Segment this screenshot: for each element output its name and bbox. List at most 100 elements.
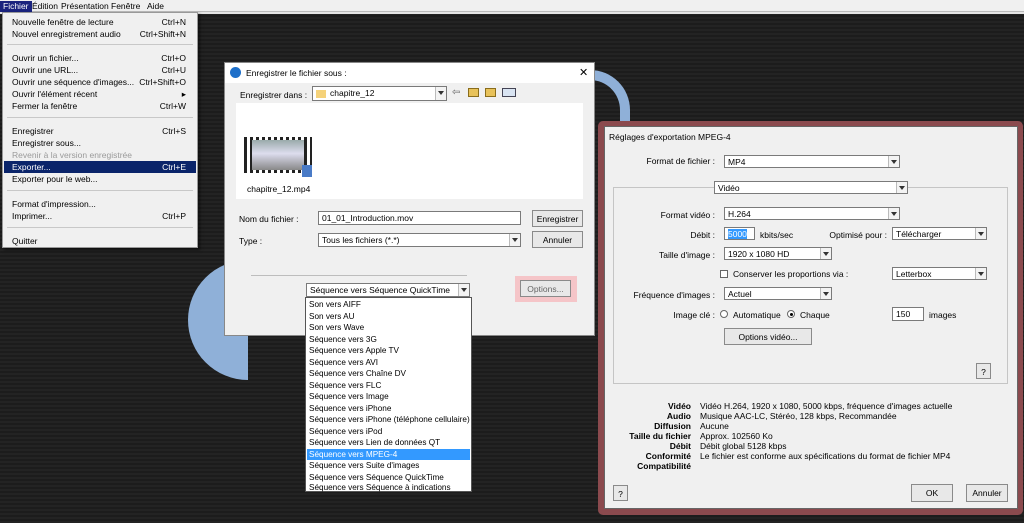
file-format-select[interactable]: MP4 [724, 155, 900, 168]
menu-item-open-url[interactable]: Ouvrir une URL... Ctrl+U [4, 64, 196, 76]
video-format-select[interactable]: H.264 [724, 207, 900, 220]
quicktime-icon [230, 67, 241, 78]
summary-key: Compatibilité [637, 461, 691, 471]
save-dialog-title: Enregistrer le fichier sous : [246, 68, 347, 78]
keyframe-label: Image clé : [673, 310, 715, 320]
summary-key: Débit [669, 441, 691, 451]
menu-presentation[interactable]: Présentation [58, 1, 112, 12]
menu-item-export-web[interactable]: Exporter pour le web... [4, 173, 196, 185]
menu-item-new-audio[interactable]: Nouvel enregistrement audio Ctrl+Shift+N [4, 28, 196, 40]
menu-item-open-image-sequence[interactable]: Ouvrir une séquence d'images... Ctrl+Shif… [4, 76, 196, 88]
file-thumbnail[interactable] [244, 135, 312, 178]
filename-input[interactable]: 01_01_Introduction.mov [318, 211, 521, 225]
keyframe-interval-input[interactable]: 150 [892, 307, 924, 321]
list-item[interactable]: Séquence vers Apple TV [307, 345, 470, 357]
save-button[interactable]: Enregistrer [532, 210, 583, 227]
list-item[interactable]: Séquence vers iPod [307, 426, 470, 438]
list-item[interactable]: Séquence vers 3G [307, 334, 470, 346]
menu-fenetre[interactable]: Fenêtre [108, 1, 143, 12]
frame-rate-select[interactable]: Actuel [724, 287, 832, 300]
menu-item-save[interactable]: Enregistrer Ctrl+S [4, 125, 196, 137]
list-item[interactable]: Séquence vers Image [307, 391, 470, 403]
export-select[interactable]: Séquence vers Séquence QuickTime [306, 283, 470, 297]
optimize-label: Optimisé pour : [829, 230, 887, 240]
type-select[interactable]: Tous les fichiers (*.*) [318, 233, 521, 247]
menu-item-export[interactable]: Exporter... Ctrl+E [4, 161, 196, 173]
bitrate-input[interactable]: 5000 [724, 227, 755, 240]
help-button[interactable]: ? [976, 363, 991, 379]
menu-fichier[interactable]: Fichier [0, 1, 32, 12]
file-menu: Nouvelle fenêtre de lecture Ctrl+N Nouvel… [2, 12, 198, 248]
list-item[interactable]: Son vers Wave [307, 322, 470, 334]
cancel-button[interactable]: Annuler [532, 231, 583, 248]
new-folder-icon[interactable] [485, 88, 496, 97]
save-in-label: Enregistrer dans : [240, 90, 308, 100]
frame-size-select[interactable]: 1920 x 1080 HD [724, 247, 832, 260]
list-item-selected[interactable]: Séquence vers MPEG-4 [307, 448, 470, 460]
mpeg-dialog-titlebar: Réglages d'exportation MPEG-4 [605, 127, 1017, 147]
keep-proportions-label: Conserver les proportions via : [733, 269, 849, 279]
menu-item-revert: Revenir à la version enregistrée [12, 150, 133, 160]
list-item[interactable]: Séquence vers Séquence à indications [307, 483, 470, 492]
filename-label: Nom du fichier : [239, 214, 299, 224]
summary-value: Aucune [700, 421, 729, 431]
menu-item-open-recent[interactable]: Ouvrir l'élément récent ▸ [4, 88, 196, 100]
summary-key: Audio [666, 411, 691, 421]
menu-item-print[interactable]: Imprimer... Ctrl+P [4, 210, 196, 222]
menu-item-quit[interactable]: Quitter [4, 235, 196, 247]
list-item[interactable]: Séquence vers AVI [307, 357, 470, 369]
ok-button[interactable]: OK [911, 484, 953, 502]
list-item[interactable]: Séquence vers Suite d'images [307, 460, 470, 472]
video-options-button[interactable]: Options vidéo... [724, 328, 812, 345]
menu-item-page-setup[interactable]: Format d'impression... [4, 198, 196, 210]
list-item[interactable]: Son vers AIFF [307, 299, 470, 311]
menu-edition[interactable]: Édition [29, 1, 61, 12]
car-image [252, 140, 304, 170]
menu-item-close-window[interactable]: Fermer la fenêtre Ctrl+W [4, 100, 196, 112]
file-list[interactable]: chapitre_12.mp4 [236, 103, 583, 199]
menu-item-new-player[interactable]: Nouvelle fenêtre de lecture Ctrl+N [4, 16, 196, 28]
summary-key: Diffusion [654, 421, 691, 431]
list-item[interactable]: Séquence vers Séquence QuickTime [307, 472, 470, 484]
keep-proportions-checkbox[interactable] [720, 270, 728, 278]
options-button[interactable]: Options... [520, 280, 571, 297]
menu-item-save-as[interactable]: Enregistrer sous... [4, 137, 196, 149]
close-icon[interactable]: ✕ [579, 66, 588, 79]
video-format-label: Format vidéo : [660, 210, 715, 220]
tab-select[interactable]: Vidéo [714, 181, 908, 194]
save-in-select[interactable]: chapitre_12 [312, 86, 447, 101]
menu-aide[interactable]: Aide [144, 1, 167, 12]
summary-value: Débit global 5128 kbps [700, 441, 787, 451]
list-item[interactable]: Séquence vers FLC [307, 380, 470, 392]
list-item[interactable]: Séquence vers Chaîne DV [307, 368, 470, 380]
up-folder-icon[interactable] [468, 88, 479, 97]
view-menu-icon[interactable] [502, 88, 516, 97]
list-item[interactable]: Séquence vers Lien de données QT [307, 437, 470, 449]
back-icon[interactable]: ⇦ [452, 87, 460, 98]
letterbox-select[interactable]: Letterbox [892, 267, 987, 280]
summary-value: Le fichier est conforme aux spécificatio… [700, 451, 951, 461]
cancel-button[interactable]: Annuler [966, 484, 1008, 502]
every-radio[interactable] [787, 310, 795, 318]
summary-value: Vidéo H.264, 1920 x 1080, 5000 kbps, fré… [700, 401, 953, 411]
frame-size-label: Taille d'image : [659, 250, 715, 260]
menu-bar: Fichier Édition Présentation Fenêtre Aid… [0, 0, 1024, 12]
type-label: Type : [239, 236, 263, 246]
list-item[interactable]: Séquence vers iPhone [307, 403, 470, 415]
mpeg-export-dialog: Réglages d'exportation MPEG-4 Format de … [604, 126, 1018, 509]
auto-label: Automatique [733, 310, 781, 320]
auto-radio[interactable] [720, 310, 728, 318]
help-button-bottom[interactable]: ? [613, 485, 628, 501]
file-type-icon [302, 165, 312, 177]
list-item[interactable]: Séquence vers iPhone (téléphone cellulai… [307, 414, 470, 426]
save-dialog: Enregistrer le fichier sous : ✕ Enregist… [224, 62, 595, 336]
list-item[interactable]: Son vers AU [307, 311, 470, 323]
summary-value: Musique AAC-LC, Stéréo, 128 kbps, Recomm… [700, 411, 897, 421]
menu-item-open-file[interactable]: Ouvrir un fichier... Ctrl+O [4, 52, 196, 64]
summary-key: Conformité [645, 451, 691, 461]
file-format-label: Format de fichier : [646, 156, 716, 166]
mpeg-dialog-title: Réglages d'exportation MPEG-4 [609, 132, 731, 142]
summary-key: Vidéo [668, 401, 691, 411]
optimize-select[interactable]: Télécharger [892, 227, 987, 240]
every-label: Chaque [800, 310, 830, 320]
